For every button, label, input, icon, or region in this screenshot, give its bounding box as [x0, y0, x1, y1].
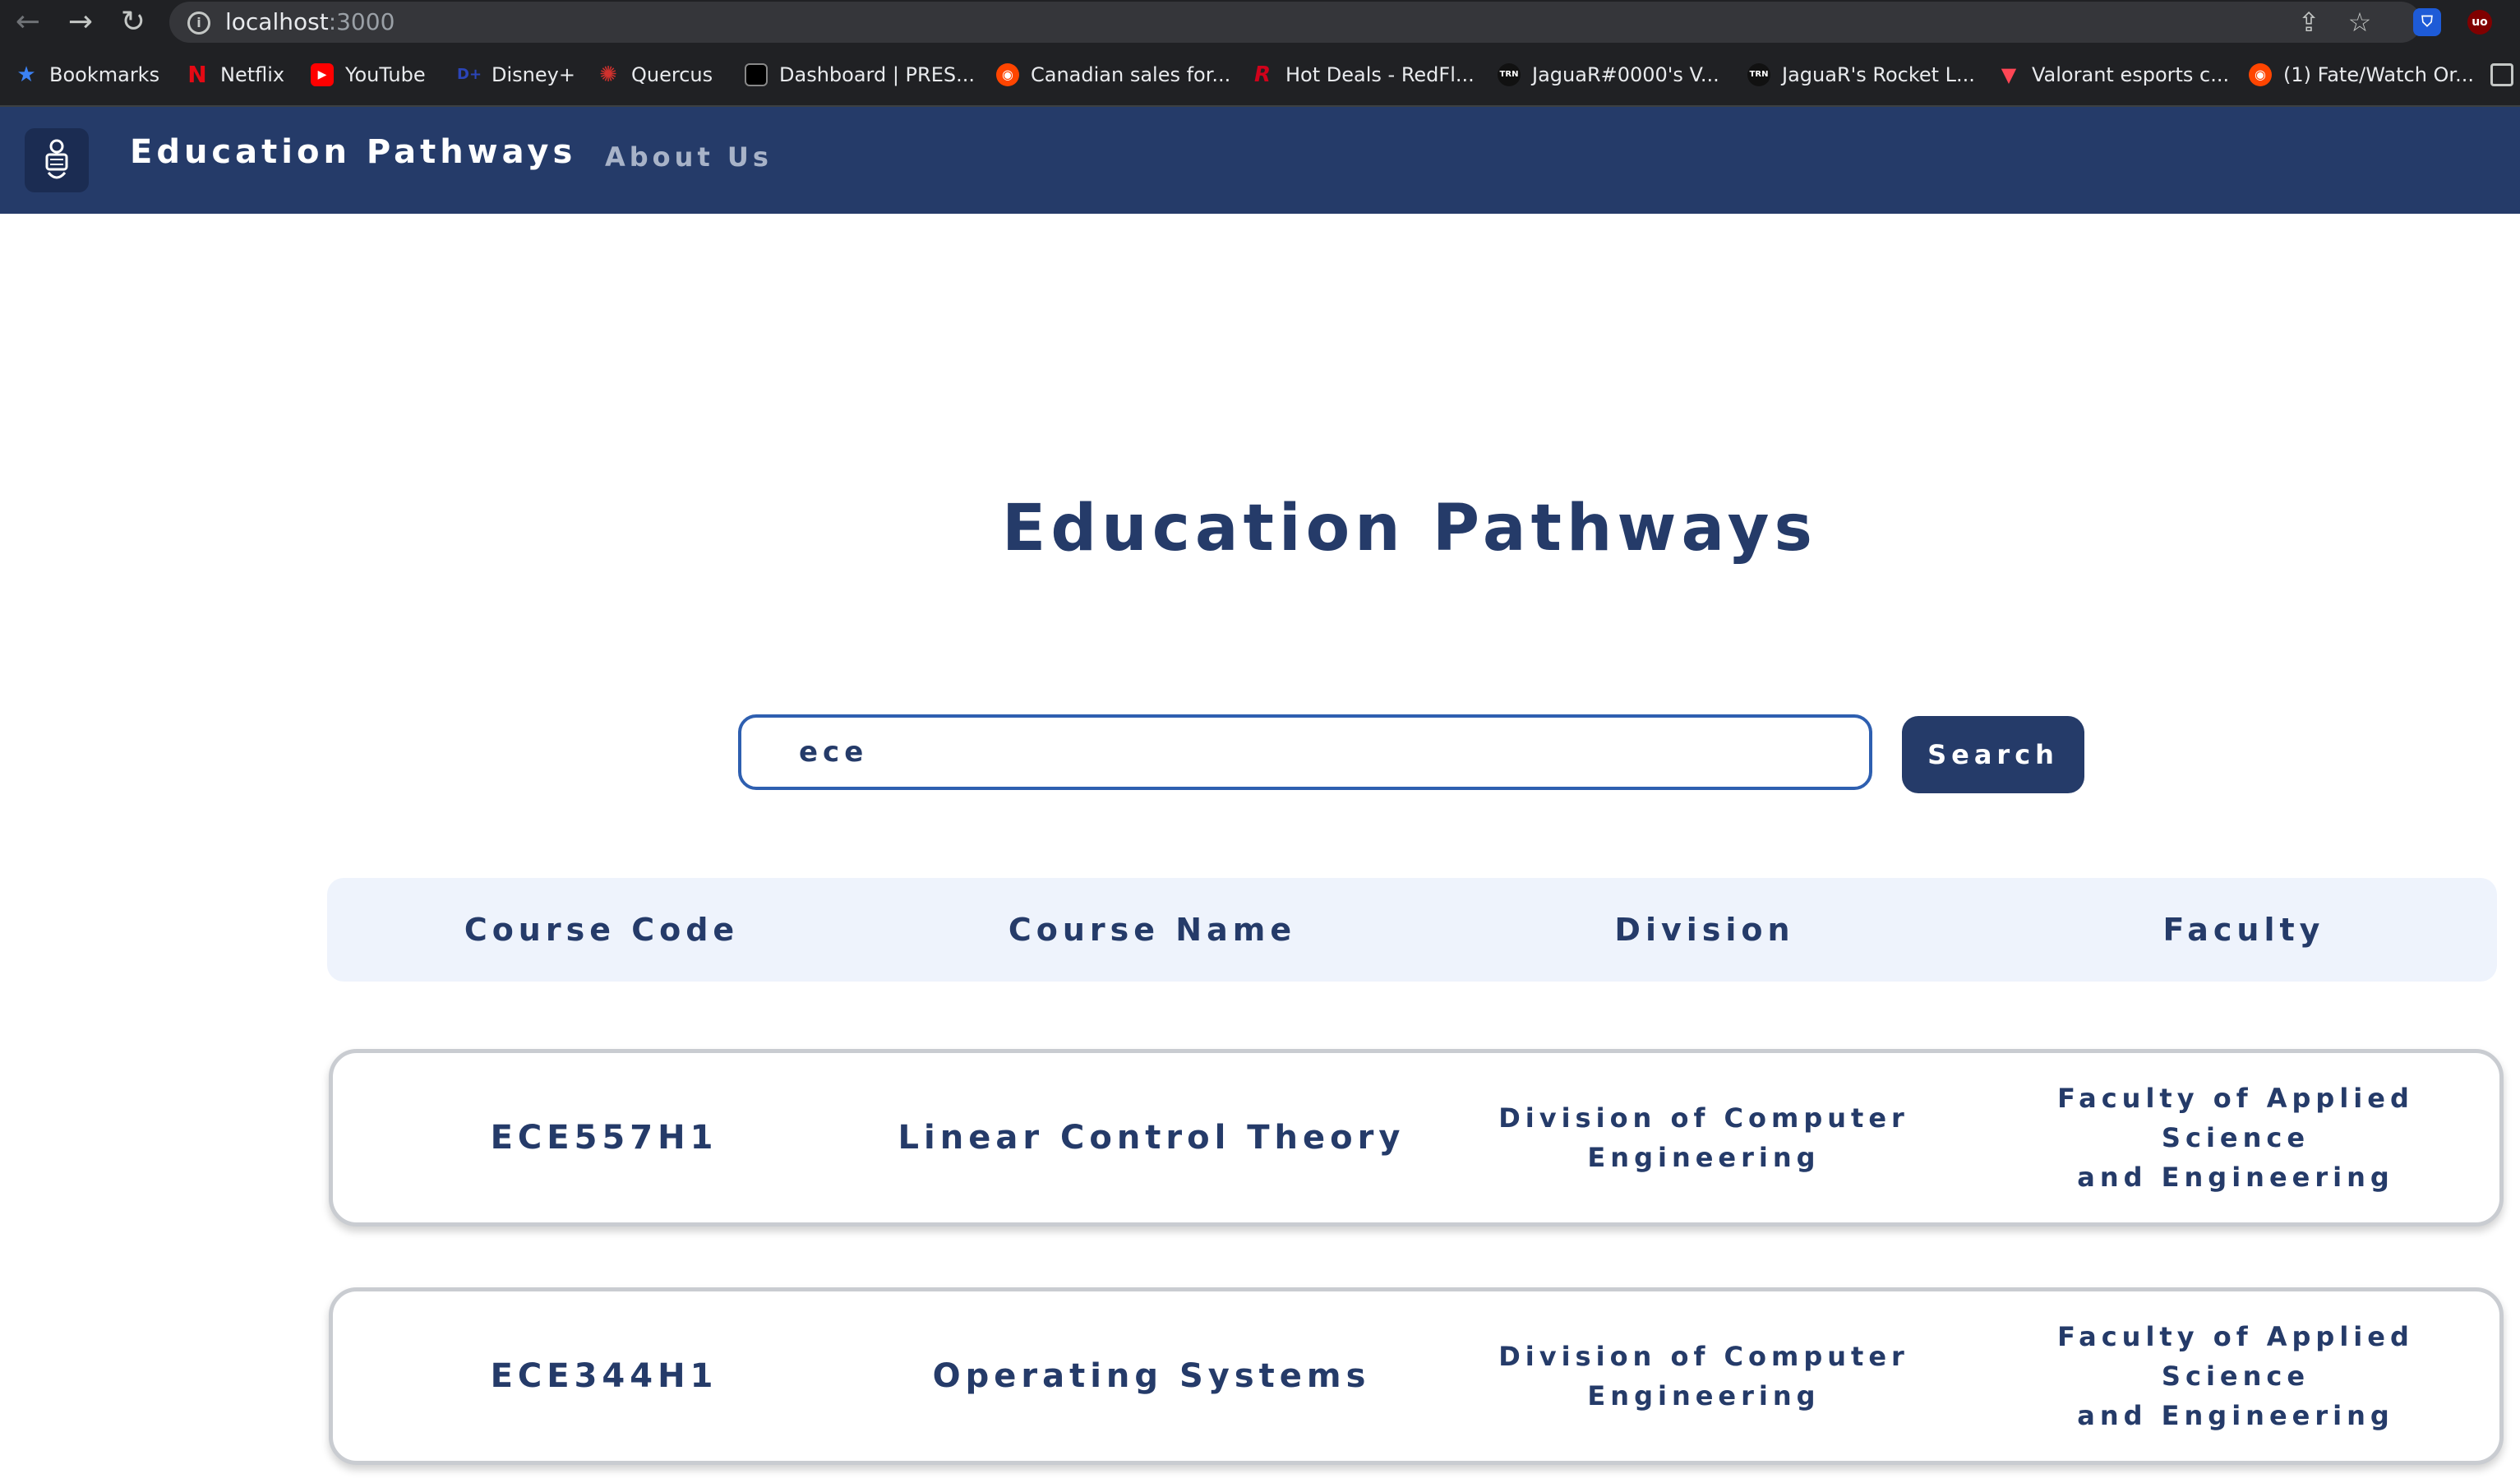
- bookmark-item[interactable]: D+ Disney+: [457, 59, 575, 90]
- ublock-extension-icon[interactable]: uo: [2467, 10, 2492, 35]
- bookmark-star-icon[interactable]: ☆: [2344, 7, 2375, 38]
- bookmark-item[interactable]: TRN JaguaR#0000's V...: [1498, 59, 1719, 90]
- course-faculty: Faculty of Applied Science and Engineeri…: [1980, 1053, 2491, 1222]
- column-header-faculty: Faculty: [2162, 912, 2325, 948]
- bookmark-label: YouTube: [345, 63, 426, 86]
- bookmark-label: Canadian sales for...: [1031, 63, 1231, 86]
- bookmark-label: Bookmarks: [49, 63, 160, 86]
- crest-icon: [45, 139, 68, 179]
- bookmark-label: JaguaR's Rocket L...: [1782, 63, 1975, 86]
- division-line: Division of Computer: [1498, 1341, 1909, 1372]
- course-division: Division of Computer Engineering: [1428, 1291, 1980, 1461]
- course-code: ECE344H1: [490, 1357, 718, 1395]
- bookmark-label: Hot Deals - RedFl...: [1285, 63, 1475, 86]
- bookmark-label: Valorant esports c...: [2032, 63, 2230, 86]
- division-line: Engineering: [1587, 1380, 1821, 1411]
- course-name: Operating Systems: [932, 1357, 1371, 1395]
- bookmark-item[interactable]: ★ Bookmarks: [15, 59, 159, 90]
- column-header-division: Division: [1614, 912, 1795, 948]
- reddit-icon: ◉: [996, 63, 1019, 86]
- url-port: :3000: [328, 8, 395, 35]
- folder-icon: [2490, 63, 2513, 86]
- bookmark-item[interactable]: Dashboard | PRES...: [745, 59, 975, 90]
- browser-toolbar: ← → ↻ i localhost:3000 ⇪ ☆ ⛉ uo: [0, 0, 2520, 44]
- bookmark-item[interactable]: ▶ YouTube: [311, 59, 426, 90]
- reddit-icon: ◉: [2249, 63, 2272, 86]
- bookmark-item[interactable]: N Netflix: [186, 59, 284, 90]
- faculty-line: and Engineering: [2077, 1162, 2394, 1193]
- bookmark-label: (1) Fate/Watch Or...: [2283, 63, 2474, 86]
- app-header: Education Pathways About Us: [0, 107, 2520, 214]
- youtube-icon: ▶: [311, 63, 334, 86]
- bookmarks-bar: ★ Bookmarks N Netflix ▶ YouTube D+ Disne…: [0, 44, 2520, 107]
- bookmark-item[interactable]: ◉ Canadian sales for...: [996, 59, 1230, 90]
- bookmark-item[interactable]: R Hot Deals - RedFl...: [1251, 59, 1475, 90]
- column-header-course-code: Course Code: [464, 912, 740, 948]
- valorant-icon: ▼: [2001, 63, 2017, 86]
- course-name: Linear Control Theory: [898, 1119, 1405, 1157]
- university-crest-logo[interactable]: [25, 128, 89, 192]
- faculty-line: Faculty of Applied Science: [2057, 1083, 2414, 1153]
- dashboard-icon: [745, 63, 768, 86]
- reload-icon[interactable]: ↻: [113, 5, 153, 39]
- quercus-icon: ✺: [599, 62, 617, 87]
- course-division: Division of Computer Engineering: [1428, 1053, 1980, 1222]
- bookmark-label: Netflix: [220, 63, 285, 86]
- bookmark-item[interactable]: ✺ Quercus: [597, 59, 713, 90]
- share-icon[interactable]: ⇪: [2293, 7, 2324, 38]
- forward-arrow-icon[interactable]: →: [61, 5, 100, 39]
- bookmark-label: Quercus: [631, 63, 713, 86]
- tracker-icon: TRN: [1498, 63, 1521, 86]
- info-icon[interactable]: i: [187, 12, 210, 35]
- url-text[interactable]: localhost:3000: [225, 8, 395, 35]
- bookmark-item[interactable]: ◉ (1) Fate/Watch Or...: [2249, 59, 2474, 90]
- bookmark-label: Dashboard | PRES...: [779, 63, 975, 86]
- course-row[interactable]: ECE344H1 Operating Systems Division of C…: [329, 1287, 2504, 1465]
- bookmark-label: Disney+: [492, 63, 575, 86]
- course-code: ECE557H1: [490, 1119, 718, 1157]
- bookmark-label: JaguaR#0000's V...: [1532, 63, 1719, 86]
- back-arrow-icon[interactable]: ←: [8, 5, 48, 39]
- table-header: Course Code Course Name Division Faculty: [327, 878, 2497, 982]
- division-line: Engineering: [1587, 1142, 1821, 1173]
- course-row[interactable]: ECE557H1 Linear Control Theory Division …: [329, 1049, 2504, 1227]
- brand-title[interactable]: Education Pathways: [130, 133, 576, 171]
- netflix-icon: N: [187, 61, 207, 88]
- page-title: Education Pathways: [1002, 492, 1817, 566]
- tracker-icon: TRN: [1747, 63, 1770, 86]
- star-icon: ★: [16, 62, 36, 87]
- disney-icon: D+: [457, 66, 482, 83]
- division-line: Division of Computer: [1498, 1102, 1909, 1134]
- bookmark-item[interactable]: TRN JaguaR's Rocket L...: [1747, 59, 1975, 90]
- address-bar[interactable]: i localhost:3000: [169, 2, 2421, 43]
- redflagdeals-icon: R: [1253, 62, 1272, 87]
- faculty-line: and Engineering: [2077, 1400, 2394, 1431]
- nav-link-about-us[interactable]: About Us: [605, 141, 773, 173]
- bitwarden-extension-icon[interactable]: ⛉: [2413, 8, 2441, 36]
- bookmark-item[interactable]: ▼ Valorant esports c...: [1997, 59, 2229, 90]
- faculty-line: Faculty of Applied Science: [2057, 1321, 2414, 1392]
- bookmark-item[interactable]: [2490, 59, 2520, 90]
- search-input[interactable]: [738, 714, 1872, 790]
- course-faculty: Faculty of Applied Science and Engineeri…: [1980, 1291, 2491, 1461]
- url-host: localhost: [225, 8, 329, 35]
- search-button[interactable]: Search: [1902, 716, 2084, 793]
- column-header-course-name: Course Name: [1008, 912, 1297, 948]
